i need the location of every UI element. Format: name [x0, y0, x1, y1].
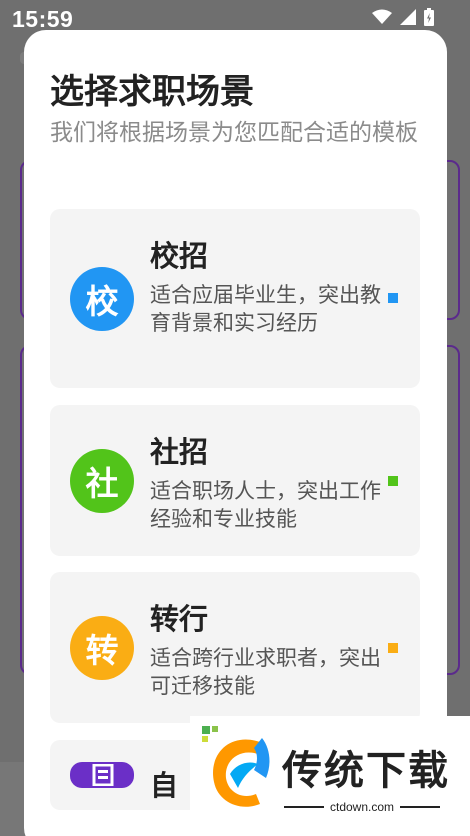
status-time: 15:59 [12, 6, 74, 32]
social-badge-icon: 社 [70, 449, 134, 513]
wifi-icon [372, 9, 392, 24]
option-card-social[interactable]: 社 社招 适合职场人士，突出工作经验和专业技能 [50, 405, 420, 556]
watermark-name: 传统下载 [282, 748, 450, 794]
watermark: 传统下载 ctdown.com [190, 716, 470, 836]
battery-icon [424, 8, 434, 26]
indicator-dot-icon [388, 476, 398, 486]
option-description: 适合职场人士，突出工作经验和专业技能 [150, 479, 381, 531]
option-title: 校招 [150, 239, 209, 273]
dialog-title: 选择求职场景 [50, 72, 254, 112]
list-glyph-icon [92, 764, 114, 786]
signal-icon [400, 9, 416, 25]
status-icons [372, 8, 434, 26]
career-change-badge-icon: 转 [70, 616, 134, 680]
option-card-campus[interactable]: 校 校招 适合应届毕业生，突出教育背景和实习经历 [50, 209, 420, 388]
indicator-dot-icon [388, 643, 398, 653]
option-title: 转行 [150, 602, 209, 636]
option-title: 社招 [150, 435, 209, 469]
option-description: 适合跨行业求职者，突出可迁移技能 [150, 646, 381, 698]
indicator-dot-icon [388, 293, 398, 303]
campus-badge-icon: 校 [70, 267, 134, 331]
option-card-career-change[interactable]: 转 转行 适合跨行业求职者，突出可迁移技能 [50, 572, 420, 723]
watermark-url: ctdown.com [329, 800, 395, 814]
dialog-subtitle: 我们将根据场景为您匹配合适的模板 [50, 120, 418, 146]
option-title: 自 [150, 769, 179, 802]
option-description: 适合应届毕业生，突出教育背景和实习经历 [150, 283, 381, 335]
watermark-url-row: ctdown.com [284, 800, 440, 814]
ctdown-logo-icon [202, 726, 270, 807]
